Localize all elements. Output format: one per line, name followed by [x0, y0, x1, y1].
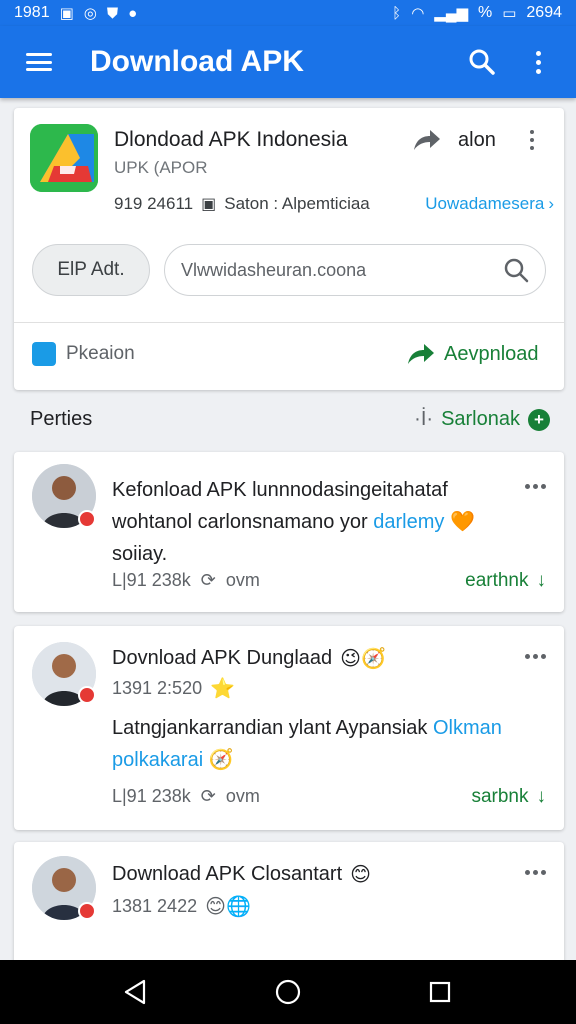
- battery-icon: ▭: [502, 4, 517, 22]
- post-action-label: sarbnk: [471, 786, 529, 807]
- download-button[interactable]: Aevpnload: [406, 342, 539, 366]
- app-subtitle: UPK (APOR: [114, 158, 208, 177]
- category-icon: ▣: [201, 196, 217, 213]
- post-more-icon[interactable]: [525, 484, 546, 489]
- card-more-icon[interactable]: [530, 130, 534, 150]
- add-pill-button[interactable]: ElP Adt.: [32, 244, 150, 296]
- section-action-label: Sarlonak: [441, 408, 520, 430]
- post-action-label: earthnk: [465, 570, 529, 591]
- app-logo-icon[interactable]: [30, 124, 98, 192]
- status-bar: 1981 ▣ ◎ ⛊ ● ᛒ ◠ ▂▄▆ % ▭ 2694: [0, 0, 576, 26]
- post-date-text: 1391 2:520: [112, 678, 203, 698]
- post-date-text: 1381 2422: [112, 896, 198, 916]
- preview-icon: [32, 342, 56, 366]
- status-time: 1981: [14, 4, 50, 21]
- star-emoji-icon: ⭐: [210, 678, 235, 700]
- avatar-badge-icon: [78, 510, 96, 528]
- post-more-icon[interactable]: [525, 654, 546, 659]
- arrow-down-icon: ↓: [536, 570, 547, 591]
- post-body: Latngjankarrandian ylant Aypansiak Olkma…: [112, 712, 512, 776]
- section-title: Perties: [30, 408, 93, 430]
- post-text-end: soiiay.: [112, 543, 168, 565]
- bluetooth-icon: ᛒ: [392, 4, 402, 22]
- menu-icon[interactable]: [24, 50, 54, 74]
- avatar-badge-icon: [78, 686, 96, 704]
- back-icon[interactable]: [122, 978, 150, 1006]
- section-action-button[interactable]: ·İ· Sarlonak +: [414, 408, 550, 431]
- meta-link-label: Uowadamesera: [425, 194, 545, 213]
- divider: [14, 322, 564, 323]
- search-field-icon: [504, 258, 529, 283]
- post-text-link[interactable]: darlemy: [373, 511, 444, 533]
- compass-emoji-icon: 🧭: [208, 749, 234, 771]
- chevron-right-icon: ›: [548, 194, 554, 213]
- post-meta: L|91 238k ⟳ ovm: [112, 570, 260, 591]
- share-label: alon: [458, 128, 496, 151]
- gallery-icon: ▣: [59, 4, 74, 22]
- post-body: Kefonload APK lunnnodasingeitahataf woht…: [112, 474, 512, 570]
- preview-button[interactable]: Pkeaion: [32, 342, 135, 366]
- post-title-text: Dovnload APK Dunglaad: [112, 647, 333, 669]
- chrome-emoji-icon: 😊🌐: [205, 896, 251, 918]
- post-card[interactable]: Kefonload APK lunnnodasingeitahataf woht…: [14, 452, 564, 612]
- meta-category: Saton : Alpemticiaa: [224, 194, 370, 213]
- section-action-prefix: ·İ·: [414, 408, 434, 430]
- post-meta-count: L|91 238k: [112, 786, 191, 806]
- download-label: Aevpnload: [444, 342, 539, 365]
- preview-label: Pkeaion: [66, 343, 135, 364]
- post-meta-tag: ovm: [225, 786, 260, 806]
- reshare-icon: ⟳: [200, 570, 216, 590]
- post-date: 1381 2422 😊🌐: [112, 894, 251, 919]
- recents-icon[interactable]: [426, 978, 454, 1006]
- post-more-icon[interactable]: [525, 870, 546, 875]
- search-input[interactable]: Vlwwidasheuran.coona: [164, 244, 546, 296]
- location-icon: ◎: [83, 4, 97, 22]
- post-text: Latngjankarrandian ylant Aypansiak: [112, 717, 428, 739]
- notification-dot-icon: ●: [128, 4, 138, 22]
- battery-percent: %: [477, 4, 493, 21]
- download-arrow-icon: [408, 344, 434, 364]
- wifi-icon: ◠: [411, 4, 425, 22]
- post-title: Download APK Closantart 😊: [112, 862, 371, 887]
- arrow-down-icon: ↓: [536, 786, 547, 807]
- system-nav-bar: [0, 960, 576, 1024]
- post-card[interactable]: Dovnload APK Dunglaad 😉🧭 1391 2:520 ⭐ La…: [14, 626, 564, 830]
- avatar-badge-icon: [78, 902, 96, 920]
- reshare-icon: ⟳: [200, 786, 216, 806]
- app-bar: Download APK: [0, 26, 576, 98]
- post-meta-count: L|91 238k: [112, 570, 191, 590]
- share-button[interactable]: alon: [412, 128, 496, 152]
- post-date: 1391 2:520 ⭐: [112, 676, 235, 701]
- shield-icon: ⛊: [106, 4, 119, 22]
- signal-icon: ▂▄▆: [434, 4, 468, 22]
- section-header: Perties ·İ· Sarlonak +: [30, 408, 550, 431]
- post-meta: L|91 238k ⟳ ovm: [112, 786, 260, 807]
- home-icon[interactable]: [274, 978, 302, 1006]
- more-options-icon[interactable]: [520, 44, 556, 80]
- app-name: Dlondoad APK Indonesia: [114, 128, 348, 151]
- meta-count: 919 24611: [114, 194, 194, 213]
- battery-time: 2694: [526, 4, 562, 21]
- wink-emoji-icon: 😉🧭: [340, 648, 386, 670]
- post-action-button[interactable]: sarbnk ↓: [471, 786, 546, 808]
- app-title: Download APK: [90, 45, 304, 78]
- search-input-value: Vlwwidasheuran.coona: [181, 259, 367, 280]
- app-meta-row: 919 24611 ▣ Saton : Alpemticiaa Uowadame…: [114, 194, 554, 214]
- post-meta-tag: ovm: [225, 570, 260, 590]
- meta-link[interactable]: Uowadamesera ›: [425, 194, 554, 214]
- smile-emoji-icon: 😊: [350, 864, 371, 886]
- share-arrow-icon: [414, 130, 440, 150]
- heart-emoji-icon: 🧡: [449, 511, 475, 533]
- add-circle-icon: +: [528, 408, 550, 431]
- post-title: Dovnload APK Dunglaad 😉🧭: [112, 646, 386, 671]
- app-info-card: Dlondoad APK Indonesia UPK (APOR alon 91…: [14, 108, 564, 390]
- post-title-text: Download APK Closantart: [112, 863, 343, 885]
- search-icon[interactable]: [464, 44, 500, 80]
- post-action-button[interactable]: earthnk ↓: [465, 570, 546, 592]
